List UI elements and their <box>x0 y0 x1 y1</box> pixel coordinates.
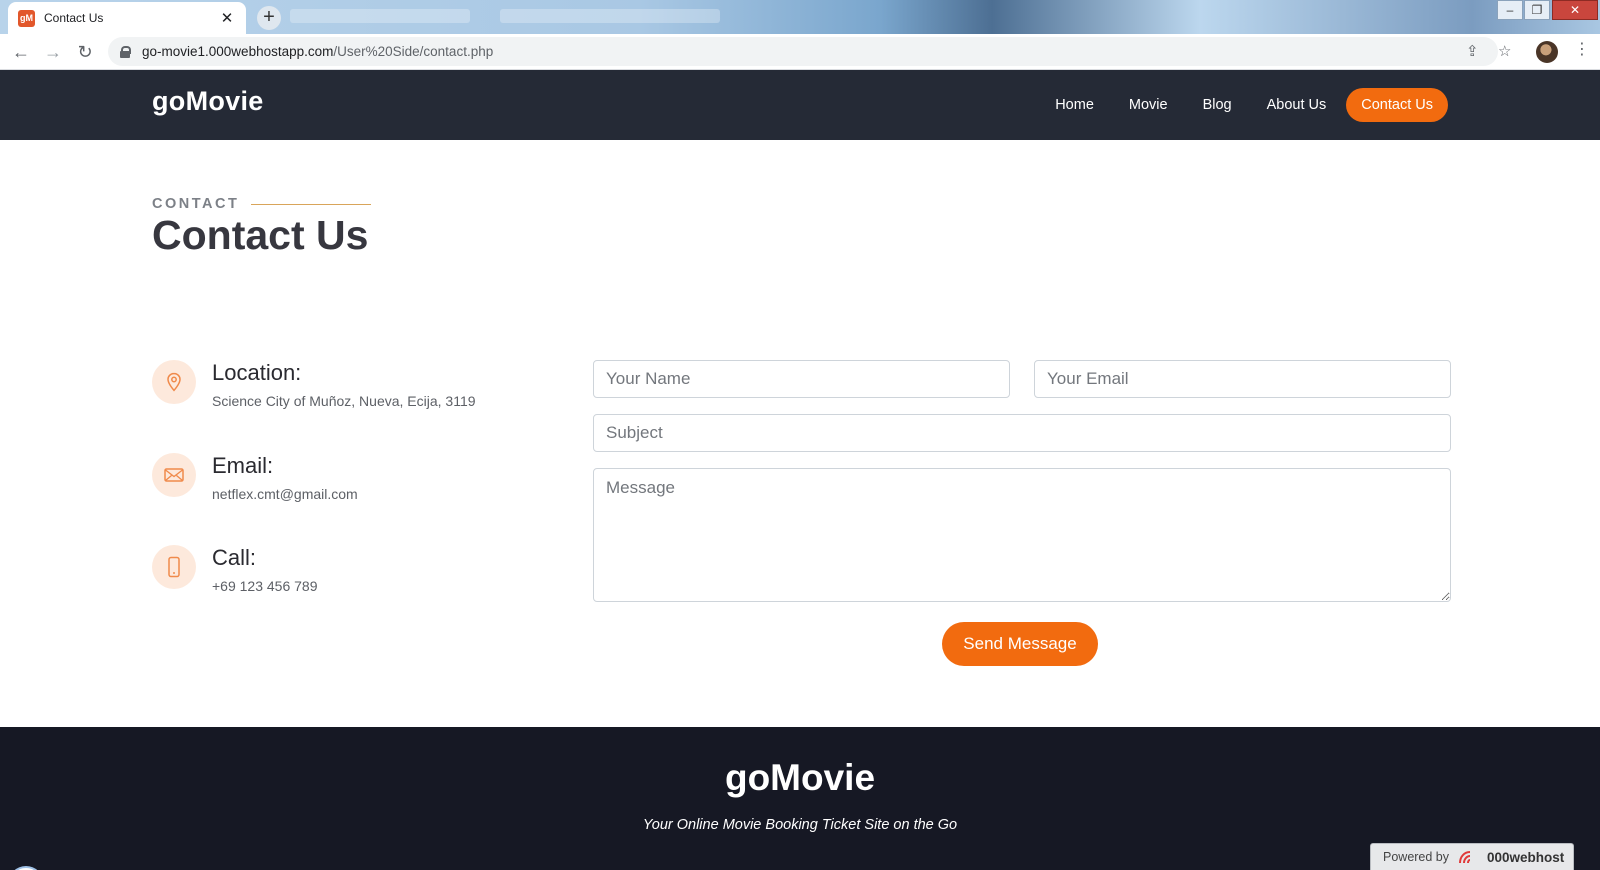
nav-movie[interactable]: Movie <box>1129 97 1168 113</box>
tab-title: Contact Us <box>44 11 104 25</box>
main-nav: Home Movie Blog About Us Contact Us <box>1020 88 1448 122</box>
tab-close-icon[interactable]: ✕ <box>218 9 236 27</box>
footer-logo: goMovie <box>724 757 876 798</box>
footer-tagline: Your Online Movie Booking Ticket Site on… <box>642 817 958 833</box>
url-host: go-movie1.000webhostapp.com <box>142 44 334 59</box>
site-footer: goMovie Your Online Movie Booking Ticket… <box>0 727 1600 870</box>
browser-toolbar: ← → ↻ go-movie1.000webhostapp.com/User%2… <box>0 34 1600 70</box>
phone-icon <box>152 545 196 589</box>
message-textarea[interactable] <box>593 468 1451 602</box>
name-input[interactable] <box>593 360 1010 398</box>
browser-tab-inactive[interactable] <box>290 9 470 23</box>
location-pin-icon <box>152 360 196 404</box>
subject-input[interactable] <box>593 414 1451 452</box>
share-icon[interactable]: ⇪ <box>1466 42 1479 60</box>
profile-avatar[interactable] <box>1536 41 1558 63</box>
email-text: netflex.cmt@gmail.com <box>212 486 358 502</box>
section-eyebrow: CONTACT <box>152 196 372 212</box>
url-text: go-movie1.000webhostapp.com/User%20Side/… <box>142 44 493 59</box>
powered-by-label: Powered by <box>1383 850 1450 864</box>
eyebrow-label: CONTACT <box>152 196 240 212</box>
close-window-icon[interactable]: ✕ <box>1552 0 1598 20</box>
webhost-logo-icon <box>1459 851 1471 864</box>
send-message-button[interactable]: Send Message <box>942 622 1098 666</box>
minimize-icon[interactable]: – <box>1497 0 1523 20</box>
call-text: +69 123 456 789 <box>212 578 318 594</box>
tab-favicon-icon: gM <box>18 9 35 27</box>
nav-blog[interactable]: Blog <box>1203 97 1232 113</box>
location-heading: Location: <box>212 360 302 385</box>
url-path: /User%20Side/contact.php <box>333 44 494 59</box>
email-input[interactable] <box>1034 360 1451 398</box>
address-bar[interactable]: go-movie1.000webhostapp.com/User%20Side/… <box>108 37 1511 66</box>
nav-home[interactable]: Home <box>1055 97 1094 113</box>
browser-tab-active[interactable]: gM Contact Us ✕ <box>8 2 246 34</box>
browser-tab-inactive[interactable] <box>500 9 720 23</box>
new-tab-button[interactable]: + <box>257 6 281 30</box>
site-header: goMovie Home Movie Blog About Us Contact… <box>0 70 1600 140</box>
bookmark-star-icon[interactable]: ☆ <box>1498 42 1511 60</box>
restore-icon[interactable]: ❐ <box>1524 0 1550 20</box>
envelope-icon <box>152 453 196 497</box>
page-title: Contact Us <box>152 212 369 258</box>
back-arrow-icon[interactable]: ← <box>10 41 32 63</box>
host-brand: 000webhost <box>1487 849 1565 865</box>
browser-tabstrip: gM Contact Us ✕ + – ❐ ✕ <box>0 0 1600 34</box>
eyebrow-divider <box>251 203 372 205</box>
site-logo[interactable]: goMovie <box>152 86 264 117</box>
menu-kebab-icon[interactable]: ⋮ <box>1574 39 1590 59</box>
email-heading: Email: <box>212 453 274 478</box>
powered-by-badge[interactable]: Powered by 000webhost <box>1370 843 1574 870</box>
lock-icon[interactable] <box>120 45 131 58</box>
nav-about-us[interactable]: About Us <box>1267 97 1327 113</box>
reload-icon[interactable]: ↻ <box>74 41 96 63</box>
forward-arrow-icon[interactable]: → <box>42 41 64 63</box>
nav-contact-us-button[interactable]: Contact Us <box>1346 88 1448 122</box>
call-heading: Call: <box>212 545 257 570</box>
location-text: Science City of Muñoz, Nueva, Ecija, 311… <box>212 393 476 409</box>
